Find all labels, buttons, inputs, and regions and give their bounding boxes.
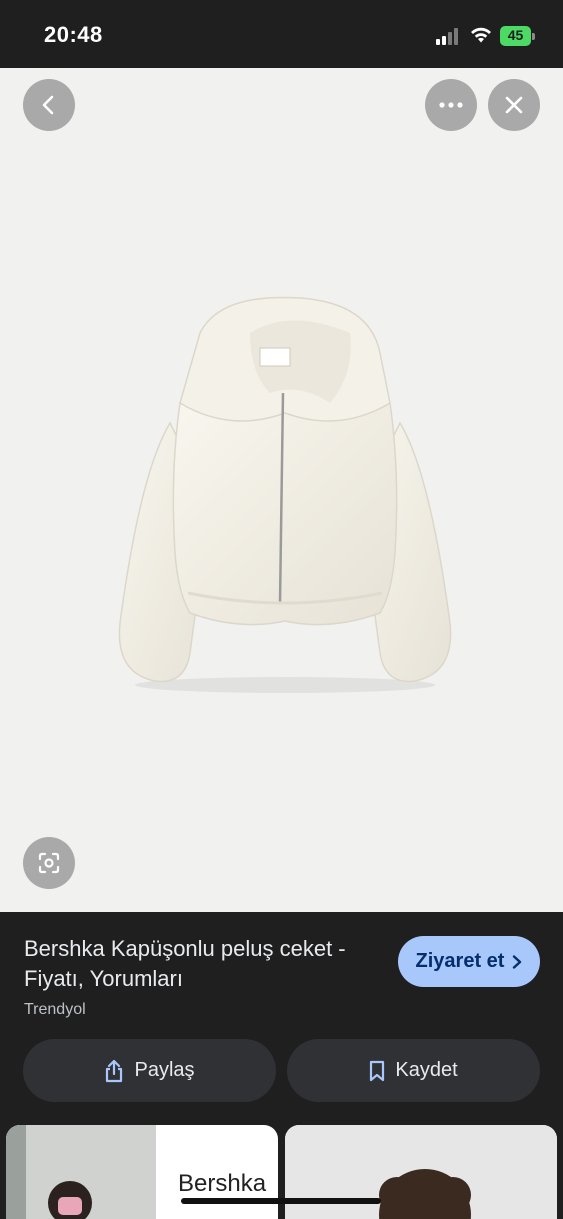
signal-icon <box>436 27 462 45</box>
battery-icon: 45 <box>500 26 535 46</box>
related-result-card[interactable] <box>285 1125 557 1219</box>
status-time: 20:48 <box>44 22 103 47</box>
status-bar: 20:48 45 <box>0 0 563 68</box>
lens-search-button[interactable] <box>23 837 75 889</box>
close-button[interactable] <box>488 79 540 131</box>
product-image[interactable] <box>100 293 470 693</box>
back-button[interactable] <box>23 79 75 131</box>
related-result-card[interactable]: Bershka <box>6 1125 278 1219</box>
share-button-label: Paylaş <box>134 1059 195 1081</box>
related-thumbnail <box>6 1125 156 1219</box>
visit-button[interactable]: Ziyaret et <box>398 936 540 987</box>
source-name: Trendyol <box>24 1001 86 1018</box>
chevron-right-icon <box>513 954 522 969</box>
home-indicator[interactable] <box>181 1198 381 1204</box>
bookmark-icon <box>370 1060 385 1081</box>
save-button-label: Kaydet <box>395 1059 458 1081</box>
more-horizontal-icon <box>439 102 463 108</box>
close-icon <box>505 96 523 114</box>
result-info-panel: Bershka Kapüşonlu peluş ceket - Fiyatı, … <box>0 912 563 1219</box>
share-icon <box>106 1059 123 1082</box>
share-button[interactable]: Paylaş <box>23 1039 276 1102</box>
wifi-icon <box>471 27 491 43</box>
save-button[interactable]: Kaydet <box>287 1039 540 1102</box>
more-options-button[interactable] <box>425 79 477 131</box>
related-thumbnail <box>285 1125 557 1219</box>
lens-search-icon <box>38 852 60 874</box>
image-viewer <box>0 68 563 912</box>
chevron-left-icon <box>42 95 54 115</box>
visit-button-label: Ziyaret et <box>415 950 505 972</box>
product-title[interactable]: Bershka Kapüşonlu peluş ceket - Fiyatı, … <box>24 934 384 994</box>
battery-percent: 45 <box>507 27 524 43</box>
related-brand-text: Bershka <box>178 1170 267 1197</box>
